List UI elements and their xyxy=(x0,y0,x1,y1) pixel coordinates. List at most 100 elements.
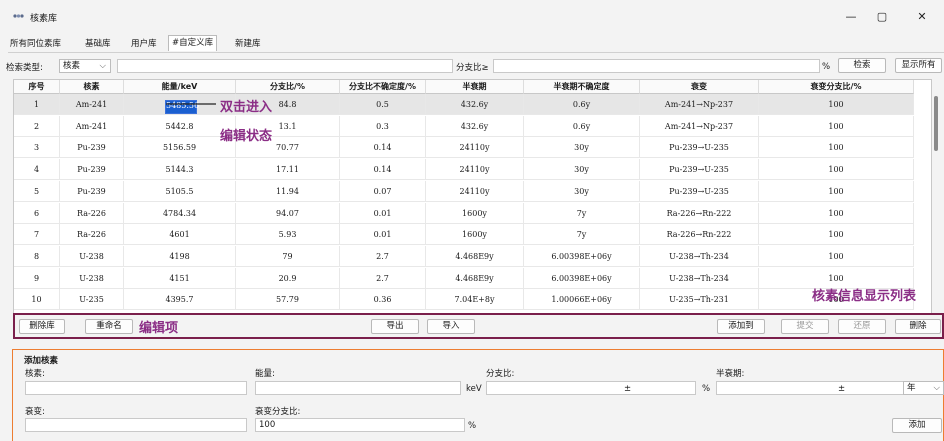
table-cell[interactable]: U-238→Th-234 xyxy=(640,267,759,289)
column-header[interactable]: 序号 xyxy=(14,80,60,94)
table-cell[interactable]: 30y xyxy=(524,137,640,159)
table-cell[interactable]: Ra-226→Rn-222 xyxy=(640,224,759,246)
column-header[interactable]: 半衰期 xyxy=(426,80,524,94)
search-button[interactable]: 检索 xyxy=(838,58,886,73)
table-cell[interactable]: U-238 xyxy=(60,267,124,289)
halflife-unit-select[interactable]: 年 ⌵ xyxy=(903,381,944,395)
table-cell[interactable]: U-235→Th-231 xyxy=(640,289,759,311)
table-cell[interactable]: 0.3 xyxy=(340,115,426,137)
table-cell[interactable]: 4395.7 xyxy=(124,289,236,311)
table-cell[interactable]: 5105.5 xyxy=(124,180,236,202)
table-cell[interactable]: 100 xyxy=(759,180,914,202)
table-cell[interactable]: 7y xyxy=(524,202,640,224)
decay-ratio-input[interactable]: 100 xyxy=(255,418,465,432)
table-cell[interactable]: Am-241 xyxy=(60,115,124,137)
table-cell[interactable]: 79 xyxy=(236,245,340,267)
column-header[interactable]: 核素 xyxy=(60,80,124,94)
table-cell[interactable]: 100 xyxy=(759,202,914,224)
table-cell[interactable]: 0.14 xyxy=(340,137,426,159)
export-button[interactable]: 导出 xyxy=(371,319,419,334)
table-cell[interactable]: 24110y xyxy=(426,159,524,181)
minimize-button[interactable]: — xyxy=(837,8,865,26)
table-cell[interactable]: U-235 xyxy=(60,289,124,311)
tab-user-lib[interactable]: 用户库 xyxy=(131,37,157,51)
table-cell[interactable]: 7y xyxy=(524,224,640,246)
table-cell[interactable]: U-238 xyxy=(60,245,124,267)
table-cell[interactable]: 11.94 xyxy=(236,180,340,202)
table-cell[interactable]: 100 xyxy=(759,224,914,246)
table-cell[interactable]: 8 xyxy=(14,245,60,267)
restore-button[interactable]: 还原 xyxy=(838,319,886,334)
table-cell[interactable]: Am-241→Np-237 xyxy=(640,94,759,115)
table-cell[interactable]: 24110y xyxy=(426,137,524,159)
table-cell[interactable]: 2.7 xyxy=(340,267,426,289)
tab-custom-lib[interactable]: #自定义库 xyxy=(168,35,218,51)
table-cell[interactable]: Ra-226 xyxy=(60,224,124,246)
column-header[interactable]: 衰变 xyxy=(640,80,759,94)
table-cell[interactable]: Am-241 xyxy=(60,94,124,115)
table-cell[interactable]: Pu-239→U-235 xyxy=(640,137,759,159)
delete-button[interactable]: 删除 xyxy=(895,319,941,334)
table-cell[interactable]: 4198 xyxy=(124,245,236,267)
table-cell[interactable]: 57.79 xyxy=(236,289,340,311)
table-cell[interactable]: 0.36 xyxy=(340,289,426,311)
search-keyword-input[interactable] xyxy=(117,59,453,73)
maximize-button[interactable]: ▢ xyxy=(868,8,896,26)
table-cell[interactable]: Am-241→Np-237 xyxy=(640,115,759,137)
table-cell[interactable]: 10 xyxy=(14,289,60,311)
table-cell[interactable]: 2.7 xyxy=(340,245,426,267)
table-cell[interactable]: 0.6y xyxy=(524,115,640,137)
table-cell[interactable]: 100 xyxy=(759,94,914,115)
table-cell[interactable]: 0.01 xyxy=(340,224,426,246)
table-cell[interactable]: 5144.3 xyxy=(124,159,236,181)
tab-base-lib[interactable]: 基础库 xyxy=(85,37,111,51)
column-header[interactable]: 衰变分支比/% xyxy=(759,80,914,94)
column-header[interactable]: 分支比不确定度/% xyxy=(340,80,426,94)
table-cell[interactable]: 100 xyxy=(759,245,914,267)
table-scrollbar[interactable] xyxy=(934,96,938,151)
table-cell[interactable]: 100 xyxy=(759,115,914,137)
table-cell[interactable]: 6 xyxy=(14,202,60,224)
table-cell[interactable]: 4.468E9y xyxy=(426,267,524,289)
column-header[interactable]: 分支比/% xyxy=(236,80,340,94)
table-cell[interactable]: 432.6y xyxy=(426,94,524,115)
table-cell[interactable]: 1600y xyxy=(426,202,524,224)
table-cell[interactable]: U-238→Th-234 xyxy=(640,245,759,267)
search-type-select[interactable]: 核素 ⌵ xyxy=(59,59,111,73)
delete-library-button[interactable]: 删除库 xyxy=(19,319,65,334)
table-cell[interactable]: 4151 xyxy=(124,267,236,289)
table-cell[interactable]: 100 xyxy=(759,159,914,181)
ratio-input[interactable] xyxy=(493,59,820,73)
decay-input[interactable] xyxy=(25,418,247,432)
tab-new-lib[interactable]: 新建库 xyxy=(235,37,261,51)
table-cell[interactable]: 7 xyxy=(14,224,60,246)
add-button[interactable]: 添加 xyxy=(892,418,942,433)
table-cell[interactable]: 20.9 xyxy=(236,267,340,289)
tab-all-isotopes[interactable]: 所有同位素库 xyxy=(10,37,61,51)
table-cell[interactable]: 17.11 xyxy=(236,159,340,181)
table-cell[interactable]: 30y xyxy=(524,180,640,202)
table-cell[interactable]: 0.14 xyxy=(340,159,426,181)
ratio-add-input[interactable] xyxy=(486,381,696,395)
table-cell[interactable]: 5.93 xyxy=(236,224,340,246)
table-cell[interactable]: 432.6y xyxy=(426,115,524,137)
table-cell[interactable]: 1.00066E+06y xyxy=(524,289,640,311)
column-header[interactable]: 能量/keV xyxy=(124,80,236,94)
close-button[interactable]: ✕ xyxy=(908,8,936,26)
table-cell[interactable]: 94.07 xyxy=(236,202,340,224)
table-cell[interactable]: 0.07 xyxy=(340,180,426,202)
table-cell[interactable]: 6.00398E+06y xyxy=(524,245,640,267)
table-cell[interactable]: 7.04E+8y xyxy=(426,289,524,311)
column-header[interactable]: 半衰期不确定度 xyxy=(524,80,640,94)
table-cell[interactable]: Pu-239→U-235 xyxy=(640,159,759,181)
table-cell[interactable]: 0.5 xyxy=(340,94,426,115)
table-cell[interactable]: 24110y xyxy=(426,180,524,202)
table-cell[interactable]: Ra-226 xyxy=(60,202,124,224)
table-cell[interactable]: 4 xyxy=(14,159,60,181)
table-cell[interactable]: 0.6y xyxy=(524,94,640,115)
table-cell[interactable]: Pu-239 xyxy=(60,180,124,202)
table-cell[interactable]: 1 xyxy=(14,94,60,115)
table-cell[interactable]: Ra-226→Rn-222 xyxy=(640,202,759,224)
table-cell[interactable]: Pu-239 xyxy=(60,137,124,159)
nuclide-input[interactable] xyxy=(25,381,247,395)
